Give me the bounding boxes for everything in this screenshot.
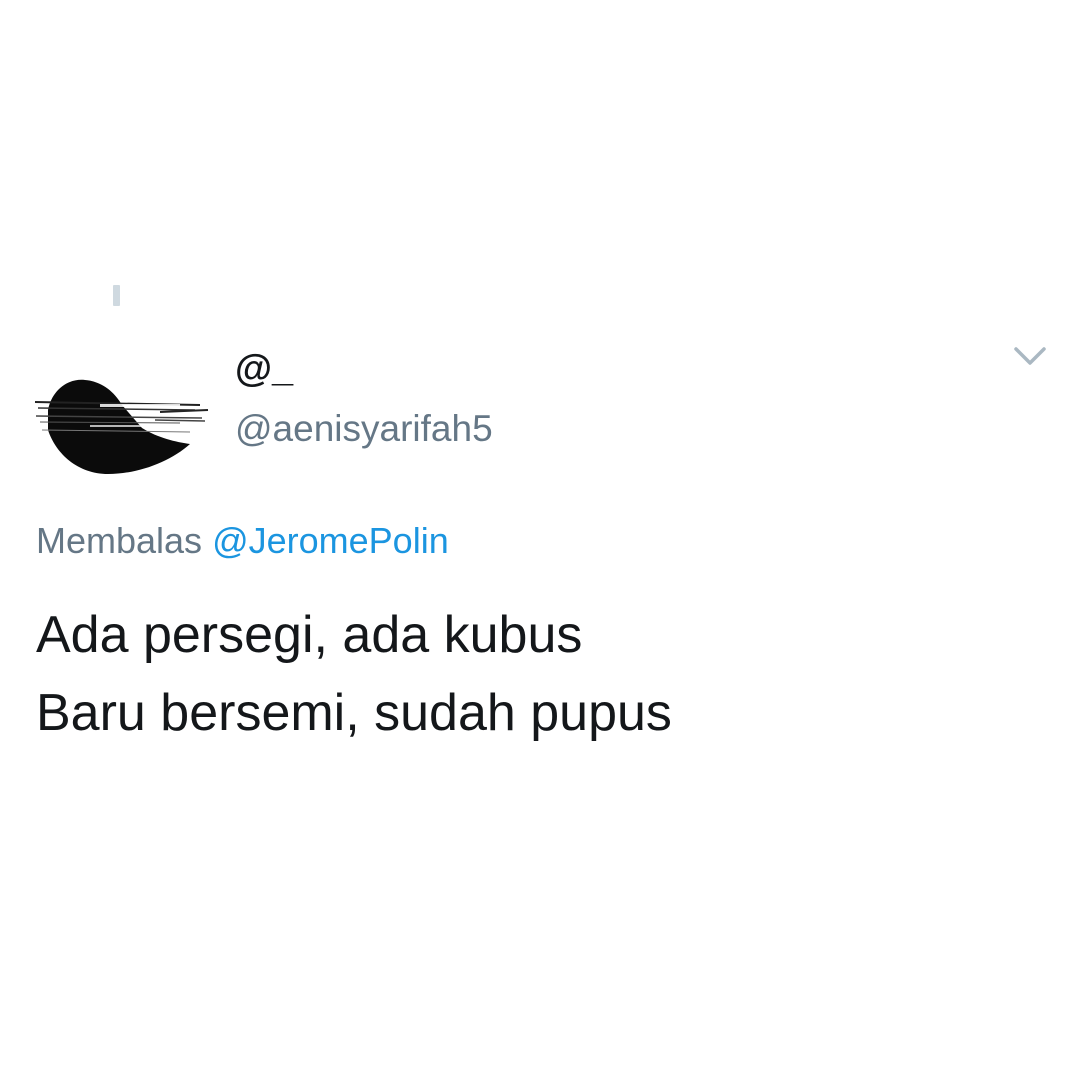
reply-mention-link[interactable]: @JeromePolin — [212, 520, 449, 561]
reply-context: Membalas @JeromePolin — [36, 518, 449, 564]
user-handle[interactable]: @aenisyarifah5 — [235, 406, 493, 452]
reply-prefix: Membalas — [36, 520, 203, 561]
tweet-text-line: Baru bersemi, sudah pupus — [36, 684, 672, 742]
thread-connector-line — [113, 285, 120, 306]
chevron-down-icon[interactable] — [1012, 344, 1048, 368]
avatar[interactable] — [30, 350, 210, 480]
tweet-text: Ada persegi, ada kubus Baru bersemi, sud… — [36, 596, 672, 752]
display-name[interactable]: @_ — [235, 346, 293, 392]
tweet-text-line: Ada persegi, ada kubus — [36, 606, 583, 664]
